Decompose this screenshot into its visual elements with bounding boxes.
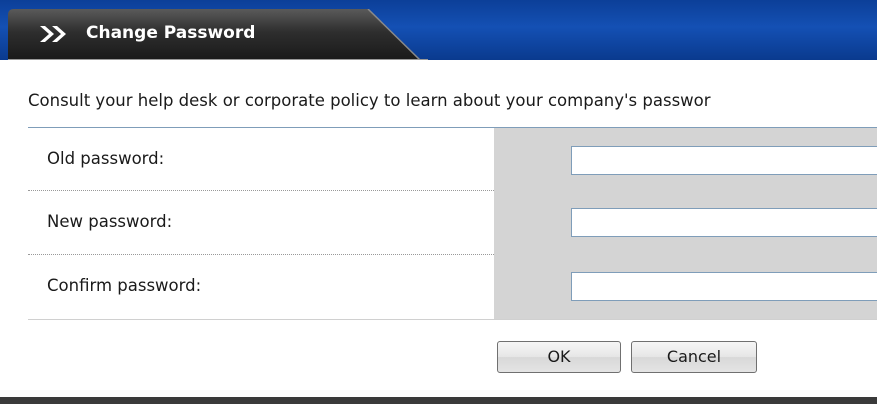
- double-chevron-right-icon: [38, 24, 74, 44]
- ok-button[interactable]: OK: [497, 341, 621, 373]
- new-password-label: New password:: [47, 212, 173, 231]
- confirm-password-label: Confirm password:: [47, 276, 202, 295]
- old-password-row: Old password:: [28, 128, 494, 190]
- new-password-field[interactable]: [571, 208, 877, 237]
- change-password-dialog: Change Password Consult your help desk o…: [0, 0, 877, 404]
- confirm-password-row: Confirm password:: [28, 255, 494, 317]
- confirm-password-field[interactable]: [571, 272, 877, 301]
- old-password-label: Old password:: [47, 149, 165, 168]
- old-password-field[interactable]: [571, 146, 877, 175]
- window-bottom-border: [0, 397, 877, 404]
- intro-text: Consult your help desk or corporate poli…: [28, 91, 711, 110]
- new-password-row: New password:: [28, 191, 494, 253]
- cancel-button[interactable]: Cancel: [631, 341, 757, 373]
- title-bar: Change Password: [0, 0, 877, 60]
- dialog-title: Change Password: [86, 23, 256, 43]
- footer-divider: [28, 319, 877, 320]
